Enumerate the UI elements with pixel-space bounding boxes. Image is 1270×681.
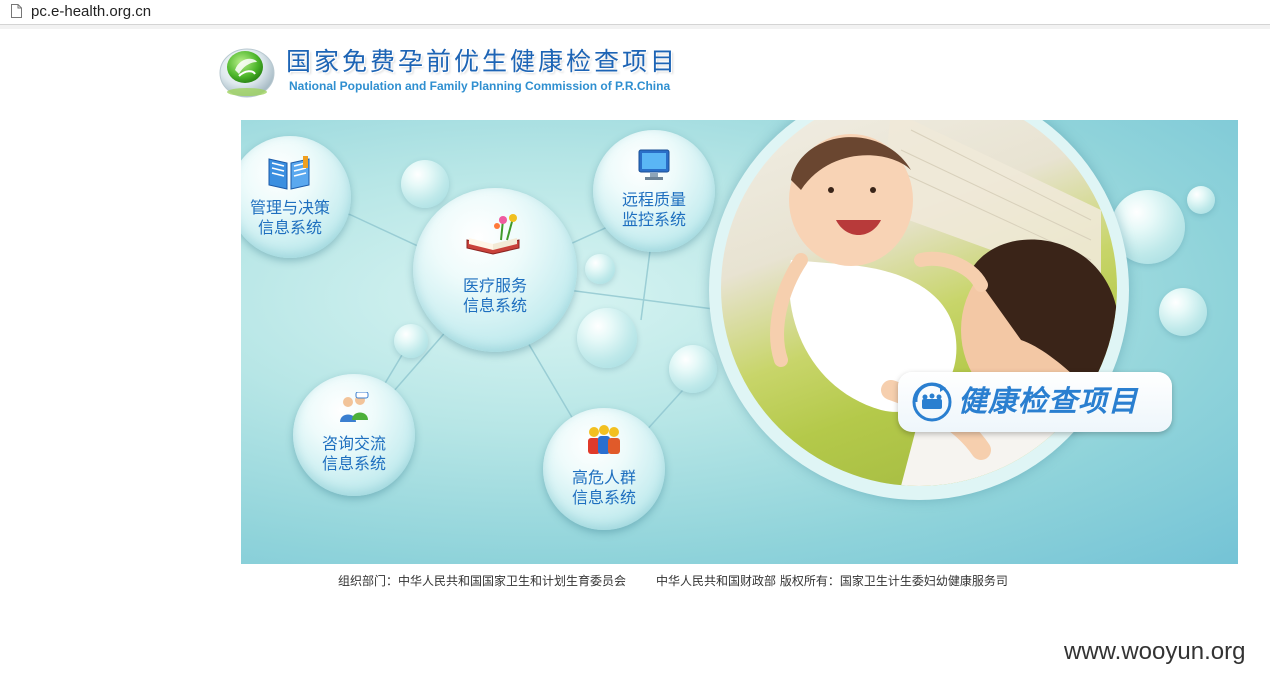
watermark-text: www.wooyun.org bbox=[1064, 638, 1246, 665]
node-remote-quality[interactable]: 远程质量 监控系统 bbox=[593, 130, 715, 252]
decor-bubble bbox=[401, 160, 449, 208]
site-subtitle: National Population and Family Planning … bbox=[289, 79, 671, 93]
node-label: 信息系统 bbox=[462, 296, 527, 315]
toolbar-divider bbox=[0, 25, 1270, 29]
decor-bubble bbox=[1187, 186, 1215, 214]
badge-label: 健康检查项目 bbox=[958, 384, 1139, 418]
url-text[interactable]: pc.e-health.org.cn bbox=[31, 2, 151, 22]
group-people-icon bbox=[588, 425, 620, 454]
open-book-icon bbox=[268, 156, 310, 190]
node-label: 咨询交流 bbox=[321, 434, 386, 453]
leaf-logo-icon[interactable] bbox=[217, 40, 275, 100]
footer: 组织部门：中华人民共和国国家卫生和计划生育委员会 中华人民共和国财政部 版权所有：… bbox=[338, 573, 1038, 589]
decor-bubble bbox=[1159, 288, 1207, 336]
family-circle-icon bbox=[912, 382, 952, 422]
node-label: 医疗服务 bbox=[462, 276, 527, 295]
node-label: 信息系统 bbox=[321, 454, 386, 473]
node-high-risk-group[interactable]: 高危人群 信息系统 bbox=[543, 408, 665, 530]
footer-copyright: 中华人民共和国财政部 版权所有：国家卫生计生委妇幼健康服务司 bbox=[656, 574, 1008, 588]
decor-bubble bbox=[585, 254, 615, 284]
node-label: 信息系统 bbox=[571, 488, 636, 507]
node-label: 高危人群 bbox=[571, 468, 636, 487]
node-label: 远程质量 bbox=[621, 190, 686, 209]
health-check-badge[interactable]: 健康检查项目 bbox=[898, 372, 1172, 432]
footer-organizer: 组织部门：中华人民共和国国家卫生和计划生育委员会 bbox=[338, 574, 627, 588]
people-chat-icon bbox=[340, 392, 369, 422]
decor-bubble bbox=[669, 345, 717, 393]
page-icon bbox=[11, 4, 22, 18]
browser-url-bar[interactable]: pc.e-health.org.cn bbox=[0, 0, 1270, 25]
site-title: 国家免费孕前优生健康检查项目 bbox=[286, 47, 679, 76]
decor-bubble bbox=[394, 324, 428, 358]
monitor-icon bbox=[638, 149, 670, 180]
node-medical-service[interactable]: 医疗服务 信息系统 bbox=[413, 188, 577, 352]
main-banner: 管理与决策 信息系统 医疗服务 信息系统 远程质量 监控系统 咨询交流 信息系统… bbox=[241, 120, 1238, 564]
node-label: 管理与决策 bbox=[249, 198, 330, 217]
book-with-flowers-icon bbox=[466, 214, 520, 255]
decor-bubble bbox=[577, 308, 637, 368]
node-label: 监控系统 bbox=[621, 210, 686, 229]
node-label: 信息系统 bbox=[257, 218, 322, 237]
node-consultation[interactable]: 咨询交流 信息系统 bbox=[293, 374, 415, 496]
